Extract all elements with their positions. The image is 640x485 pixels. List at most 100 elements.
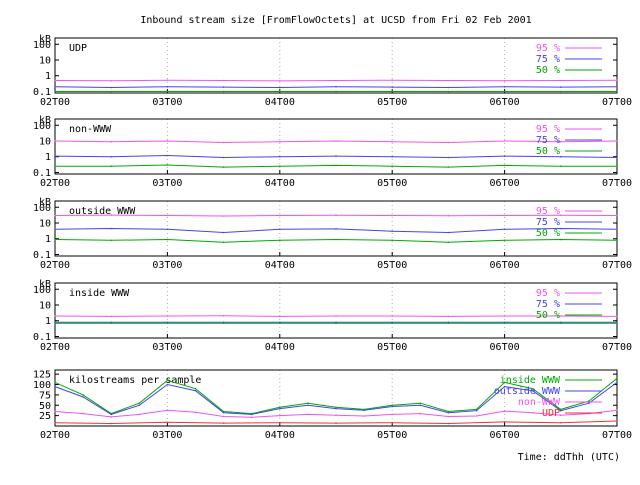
data-point: [391, 165, 394, 167]
data-point: [447, 415, 450, 418]
data-point: [279, 407, 281, 410]
data-point: [250, 416, 253, 419]
data-point: [194, 387, 197, 390]
data-point: [560, 322, 562, 325]
data-point: [447, 411, 450, 414]
data-point: [391, 413, 394, 416]
data-point: [279, 155, 281, 158]
x-tick-label: 02T00: [40, 342, 70, 353]
data-point: [616, 140, 618, 142]
data-point: [110, 413, 112, 416]
data-point: [166, 90, 169, 93]
data-point: [54, 140, 56, 142]
data-point: [110, 80, 112, 82]
data-point: [616, 409, 618, 412]
data-point: [560, 155, 562, 158]
legend-label: 75 %: [536, 135, 560, 146]
legend-label: UDP: [542, 408, 560, 419]
data-point: [560, 90, 562, 93]
x-tick-label: 05T00: [377, 260, 407, 271]
data-point: [54, 155, 56, 157]
x-tick-label: 04T00: [265, 178, 295, 189]
panel-2: 1001010.1kB02T00 03T00 04T00 05T00 06T00 07T0…: [33, 115, 632, 189]
data-point: [54, 238, 56, 241]
x-tick-label: 04T00: [265, 260, 295, 271]
data-point: [222, 422, 225, 424]
data-point: [110, 155, 112, 158]
data-point: [560, 165, 562, 167]
data-point: [616, 214, 618, 217]
data-point: [616, 381, 618, 384]
x-tick-label: 03T00: [152, 97, 182, 108]
chart-title: Inbound stream size [FromFlowOctets] at …: [140, 15, 531, 26]
data-point: [279, 421, 281, 424]
data-point: [419, 404, 422, 407]
data-point: [391, 86, 394, 88]
x-tick-label: 05T00: [377, 430, 407, 441]
data-point: [335, 155, 337, 157]
data-point: [279, 86, 281, 89]
data-point: [82, 396, 84, 398]
data-point: [447, 90, 450, 93]
data-point: [335, 79, 337, 82]
data-point: [503, 164, 506, 167]
data-point: [335, 140, 337, 142]
data-point: [222, 86, 225, 88]
x-tick-label: 02T00: [40, 97, 70, 108]
y-tick-label: 1: [45, 152, 51, 163]
data-point: [335, 90, 337, 93]
data-point: [391, 140, 394, 143]
data-point: [560, 414, 562, 417]
panel-title: non-WWW: [69, 124, 112, 135]
data-point: [279, 80, 281, 82]
data-point: [447, 241, 450, 243]
legend-label: 75 %: [536, 54, 560, 65]
data-point: [54, 79, 56, 82]
data-point: [391, 230, 394, 232]
data-point: [447, 214, 450, 217]
data-point: [82, 394, 84, 396]
y-axis-unit: kB: [39, 115, 51, 126]
data-point: [110, 214, 112, 216]
data-point: [82, 412, 84, 415]
data-point: [503, 90, 506, 93]
data-point: [503, 410, 506, 412]
data-point: [222, 241, 225, 243]
data-point: [222, 90, 225, 93]
data-point: [391, 405, 394, 408]
data-point: [54, 421, 56, 424]
data-point: [616, 90, 618, 93]
data-point: [616, 315, 618, 318]
y-tick-label: 1: [45, 71, 51, 82]
y-tick-label: 1: [45, 234, 51, 245]
y-tick-label: 1: [45, 316, 51, 327]
data-point: [279, 414, 281, 417]
data-point: [279, 322, 281, 325]
data-point: [391, 79, 394, 81]
data-point: [222, 166, 225, 168]
data-point: [307, 413, 309, 416]
data-point: [166, 164, 169, 166]
panel-title: inside WWW: [69, 288, 130, 299]
data-point: [616, 228, 618, 231]
data-point: [54, 228, 56, 231]
data-point: [194, 389, 197, 392]
y-tick-label: 10: [39, 56, 51, 67]
data-point: [110, 90, 112, 93]
data-point: [194, 411, 197, 414]
y-tick-label: 10: [39, 137, 51, 148]
data-point: [222, 215, 225, 217]
data-point: [335, 322, 337, 325]
data-point: [110, 315, 112, 318]
x-tick-label: 06T00: [490, 430, 520, 441]
x-tick-label: 07T00: [602, 430, 632, 441]
x-tick-label: 03T00: [152, 260, 182, 271]
data-point: [335, 422, 337, 424]
panel-5: 125100755025 02T00 03T00 04T00 05T00 06T00 07T…: [33, 369, 632, 441]
x-tick-label: 05T00: [377, 342, 407, 353]
data-point: [391, 315, 394, 317]
data-point: [391, 239, 394, 242]
data-point: [166, 383, 169, 386]
data-point: [166, 421, 169, 424]
panel-title: UDP: [69, 43, 87, 54]
